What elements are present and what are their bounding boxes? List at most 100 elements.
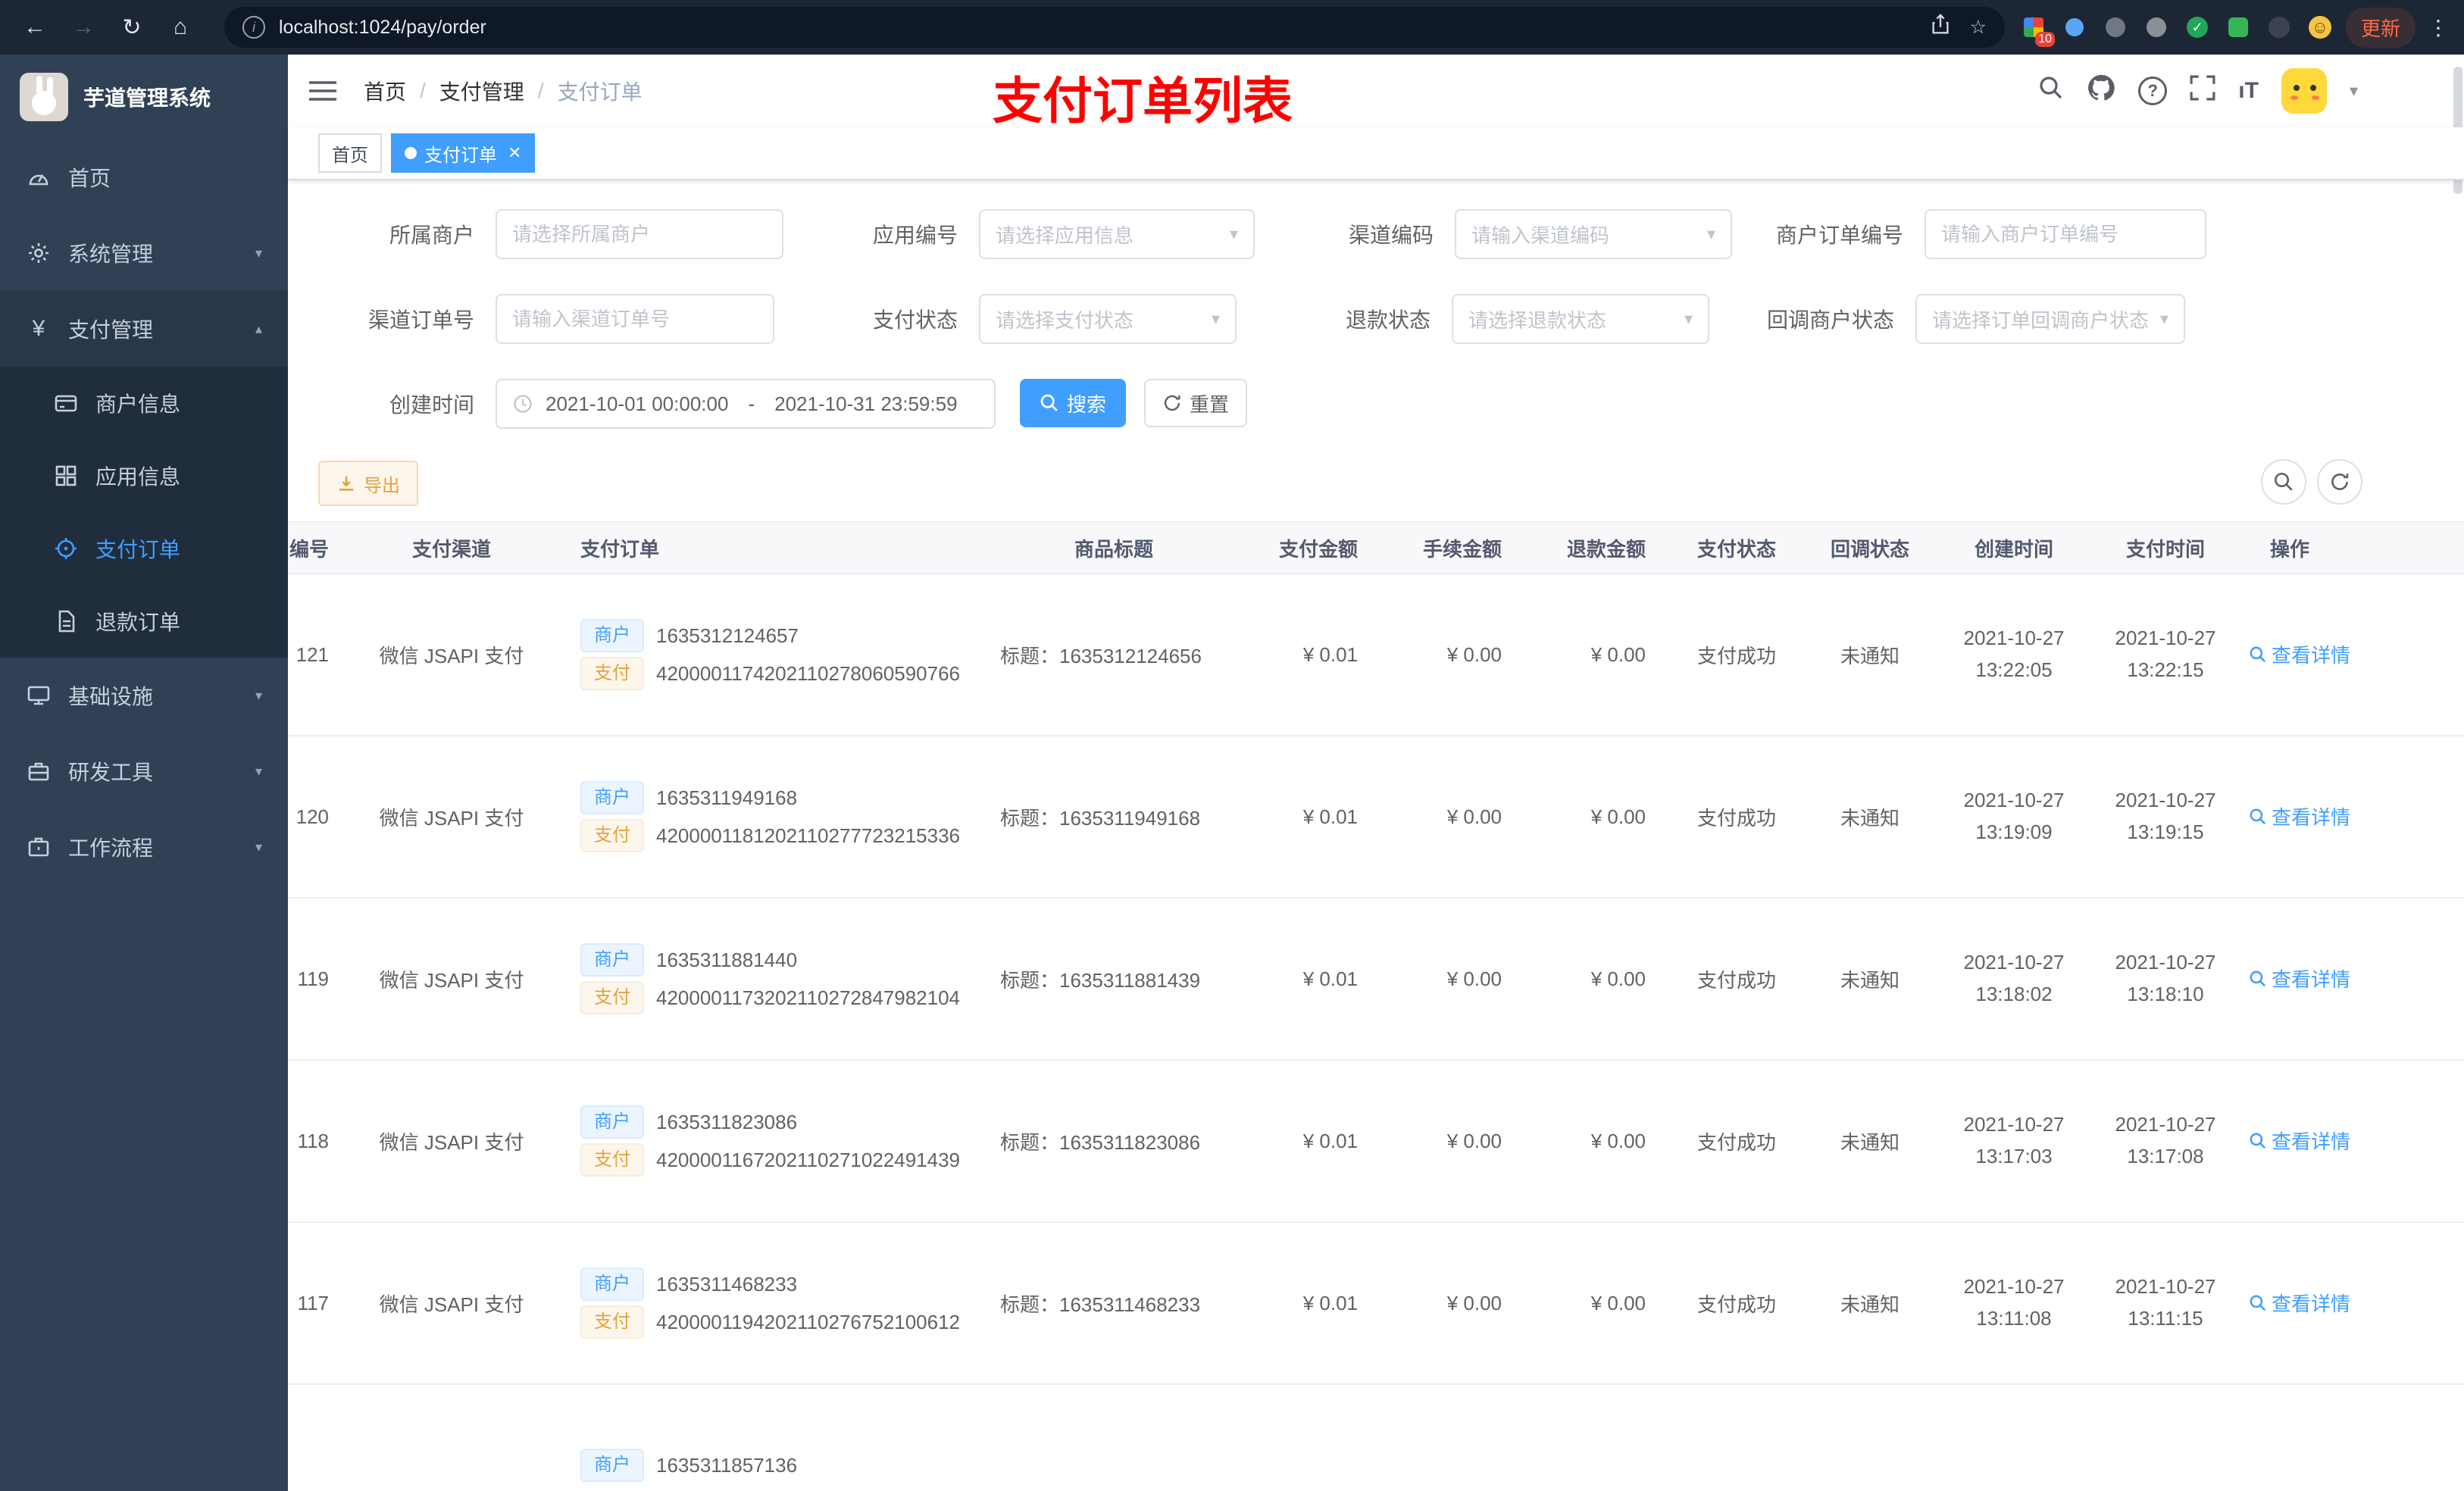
col-create-time: 创建时间 — [1937, 521, 2091, 574]
view-detail-link[interactable]: 查看详情 — [2249, 640, 2350, 668]
sidebar-item-workflow[interactable]: 工作流程 ▾ — [0, 809, 288, 885]
toggle-search-button[interactable] — [2261, 459, 2306, 505]
browser-back-button[interactable]: ← — [15, 8, 55, 47]
cell-create-time — [1937, 1384, 2091, 1491]
cell-pay-time: 2021-10-27 13:18:10 — [2091, 898, 2240, 1061]
page-title-annotation: 支付订单列表 — [993, 73, 1293, 129]
cell-notify: 未通知 — [1803, 1060, 1937, 1223]
top-navbar: 首页 / 支付管理 / 支付订单 支付订单列表 ? ıT ▾ — [288, 55, 2464, 129]
extensions-grid-icon[interactable]: 10 — [2020, 14, 2055, 47]
sidebar-toggle-icon[interactable] — [309, 80, 336, 102]
app-title: 芋道管理系统 — [83, 86, 211, 110]
cell-pay-order: 商户 1635311881440 支付 42000011732021102728… — [565, 898, 985, 1061]
view-detail-link[interactable]: 查看详情 — [2249, 964, 2350, 992]
sidebar-item-infra[interactable]: 基础设施 ▾ — [0, 658, 288, 733]
tab-home[interactable]: 首页 — [318, 133, 382, 173]
pay-status-select[interactable]: 请选择支付状态 ▾ — [979, 294, 1237, 344]
app-logo[interactable]: 芋道管理系统 — [0, 55, 288, 139]
table-body: 121 微信 JSAPI 支付 商户 1635312124657 支付 4200… — [288, 574, 2464, 1491]
cell-fee: ¥ 0.00 — [1382, 736, 1526, 899]
view-detail-link[interactable]: 查看详情 — [2249, 1289, 2350, 1317]
merchant-order-no: 1635311468233 — [656, 1272, 798, 1296]
search-button[interactable]: 搜索 — [1020, 379, 1126, 427]
bookmark-star-icon[interactable]: ☆ — [1970, 16, 1987, 39]
browser-forward-button[interactable]: → — [64, 8, 103, 47]
chevron-down-icon: ▾ — [255, 245, 262, 261]
cell-create-time: 2021-10-27 13:17:03 — [1937, 1060, 2091, 1223]
date-range-picker[interactable]: 2021-10-01 00:00:00 - 2021-10-31 23:59:5… — [496, 379, 996, 429]
font-size-icon[interactable]: ıT — [2238, 78, 2259, 104]
channel-order-no-input[interactable] — [496, 294, 774, 344]
avatar-dropdown-icon[interactable]: ▾ — [2350, 81, 2358, 101]
ext-circle-icon-1[interactable] — [2102, 14, 2129, 41]
sidebar-item-payment[interactable]: ¥ 支付管理 ▴ — [0, 291, 288, 367]
site-info-icon[interactable]: i — [242, 16, 265, 39]
ext-droplet-icon[interactable] — [2061, 14, 2088, 41]
browser-home-button[interactable]: ⌂ — [161, 8, 200, 47]
channel-pay-no: 4200001194202110276752100612 — [656, 1310, 961, 1333]
address-bar[interactable]: i localhost:1024/pay/order ☆ — [224, 7, 2005, 48]
ext-dark-icon[interactable] — [2265, 14, 2293, 41]
refund-status-select[interactable]: 请选择退款状态 ▾ — [1452, 294, 1709, 344]
view-detail-link[interactable]: 查看详情 — [2249, 1127, 2350, 1155]
tab-pay-order[interactable]: 支付订单 ✕ — [391, 133, 536, 173]
cell-amount: ¥ 0.01 — [1243, 574, 1382, 736]
col-actions: 操作 — [2240, 521, 2464, 574]
fullscreen-icon[interactable] — [2190, 75, 2215, 107]
cell-actions — [2240, 1384, 2464, 1491]
browser-update-button[interactable]: 更新 — [2345, 7, 2416, 48]
github-icon[interactable] — [2087, 73, 2115, 108]
browser-menu-icon[interactable]: ⋮ — [2428, 15, 2449, 40]
dashboard-icon — [26, 165, 52, 189]
ext-emoji-icon[interactable]: ☺ — [2306, 14, 2334, 41]
breadcrumb-section[interactable]: 支付管理 — [439, 76, 524, 106]
channel-code-select[interactable]: 请输入渠道编码 ▾ — [1455, 209, 1732, 259]
ext-chat-icon[interactable] — [2225, 14, 2252, 41]
sidebar-item-app-info[interactable]: 应用信息 — [0, 439, 288, 512]
cell-notify: 未通知 — [1803, 574, 1937, 736]
document-icon — [53, 609, 79, 633]
sidebar-item-refund-order[interactable]: 退款订单 — [0, 585, 288, 658]
app-select[interactable]: 请选择应用信息 ▾ — [979, 209, 1255, 259]
sidebar-item-pay-order[interactable]: 支付订单 — [0, 512, 288, 585]
cell-notify: 未通知 — [1803, 736, 1937, 899]
search-icon[interactable] — [2038, 75, 2064, 107]
refresh-table-button[interactable] — [2317, 459, 2362, 505]
help-icon[interactable]: ? — [2138, 77, 2168, 105]
channel-pay-no: 4200001167202110271022491439 — [656, 1148, 961, 1171]
sidebar-item-home[interactable]: 首页 — [0, 139, 288, 215]
sidebar-item-system[interactable]: 系统管理 ▾ — [0, 215, 288, 291]
breadcrumb-home[interactable]: 首页 — [364, 76, 406, 106]
ext-check-icon[interactable]: ✓ — [2184, 14, 2211, 41]
export-button[interactable]: 导出 — [318, 461, 418, 506]
cell-channel: 微信 JSAPI 支付 — [338, 1222, 565, 1385]
merchant-order-no: 1635311949168 — [656, 786, 798, 809]
col-pay-time: 支付时间 — [2091, 521, 2240, 574]
chevron-down-icon: ▾ — [255, 763, 262, 779]
sidebar-item-devtools[interactable]: 研发工具 ▾ — [0, 733, 288, 809]
merchant-order-no-input[interactable] — [1925, 209, 2206, 259]
callback-status-select[interactable]: 请选择订单回调商户状态 ▾ — [1915, 294, 2185, 344]
cell-pay-time: 2021-10-27 13:17:08 — [2091, 1060, 2240, 1223]
close-icon[interactable]: ✕ — [508, 143, 521, 163]
filter-label-app: 应用编号 — [872, 223, 958, 247]
channel-pay-no: 4200001181202110277723215336 — [656, 824, 961, 847]
channel-pay-no: 4200001174202110278060590766 — [656, 661, 961, 685]
merchant-input[interactable] — [496, 209, 783, 259]
cell-amount: ¥ 0.01 — [1243, 1060, 1382, 1223]
reset-button[interactable]: 重置 — [1144, 379, 1247, 427]
date-end-value: 2021-10-31 23:59:59 — [774, 392, 958, 415]
cell-fee — [1382, 1384, 1526, 1491]
share-icon[interactable] — [1929, 13, 1952, 42]
sidebar-item-merchant-info[interactable]: 商户信息 — [0, 367, 288, 439]
ext-circle-icon-2[interactable] — [2143, 14, 2170, 41]
user-avatar[interactable] — [2281, 68, 2327, 114]
col-pay-order: 支付订单 — [565, 521, 985, 574]
browser-reload-button[interactable]: ↻ — [112, 8, 152, 47]
view-detail-link[interactable]: 查看详情 — [2249, 802, 2350, 830]
cell-id: 117 — [288, 1222, 338, 1385]
merchant-order-no: 1635312124657 — [656, 624, 799, 647]
url-text[interactable]: localhost:1024/pay/order — [279, 17, 1929, 39]
orders-table: 编号 支付渠道 支付订单 商品标题 支付金额 手续金额 退款金额 支付状态 回调… — [288, 521, 2464, 1491]
toolbox-icon — [26, 759, 52, 783]
